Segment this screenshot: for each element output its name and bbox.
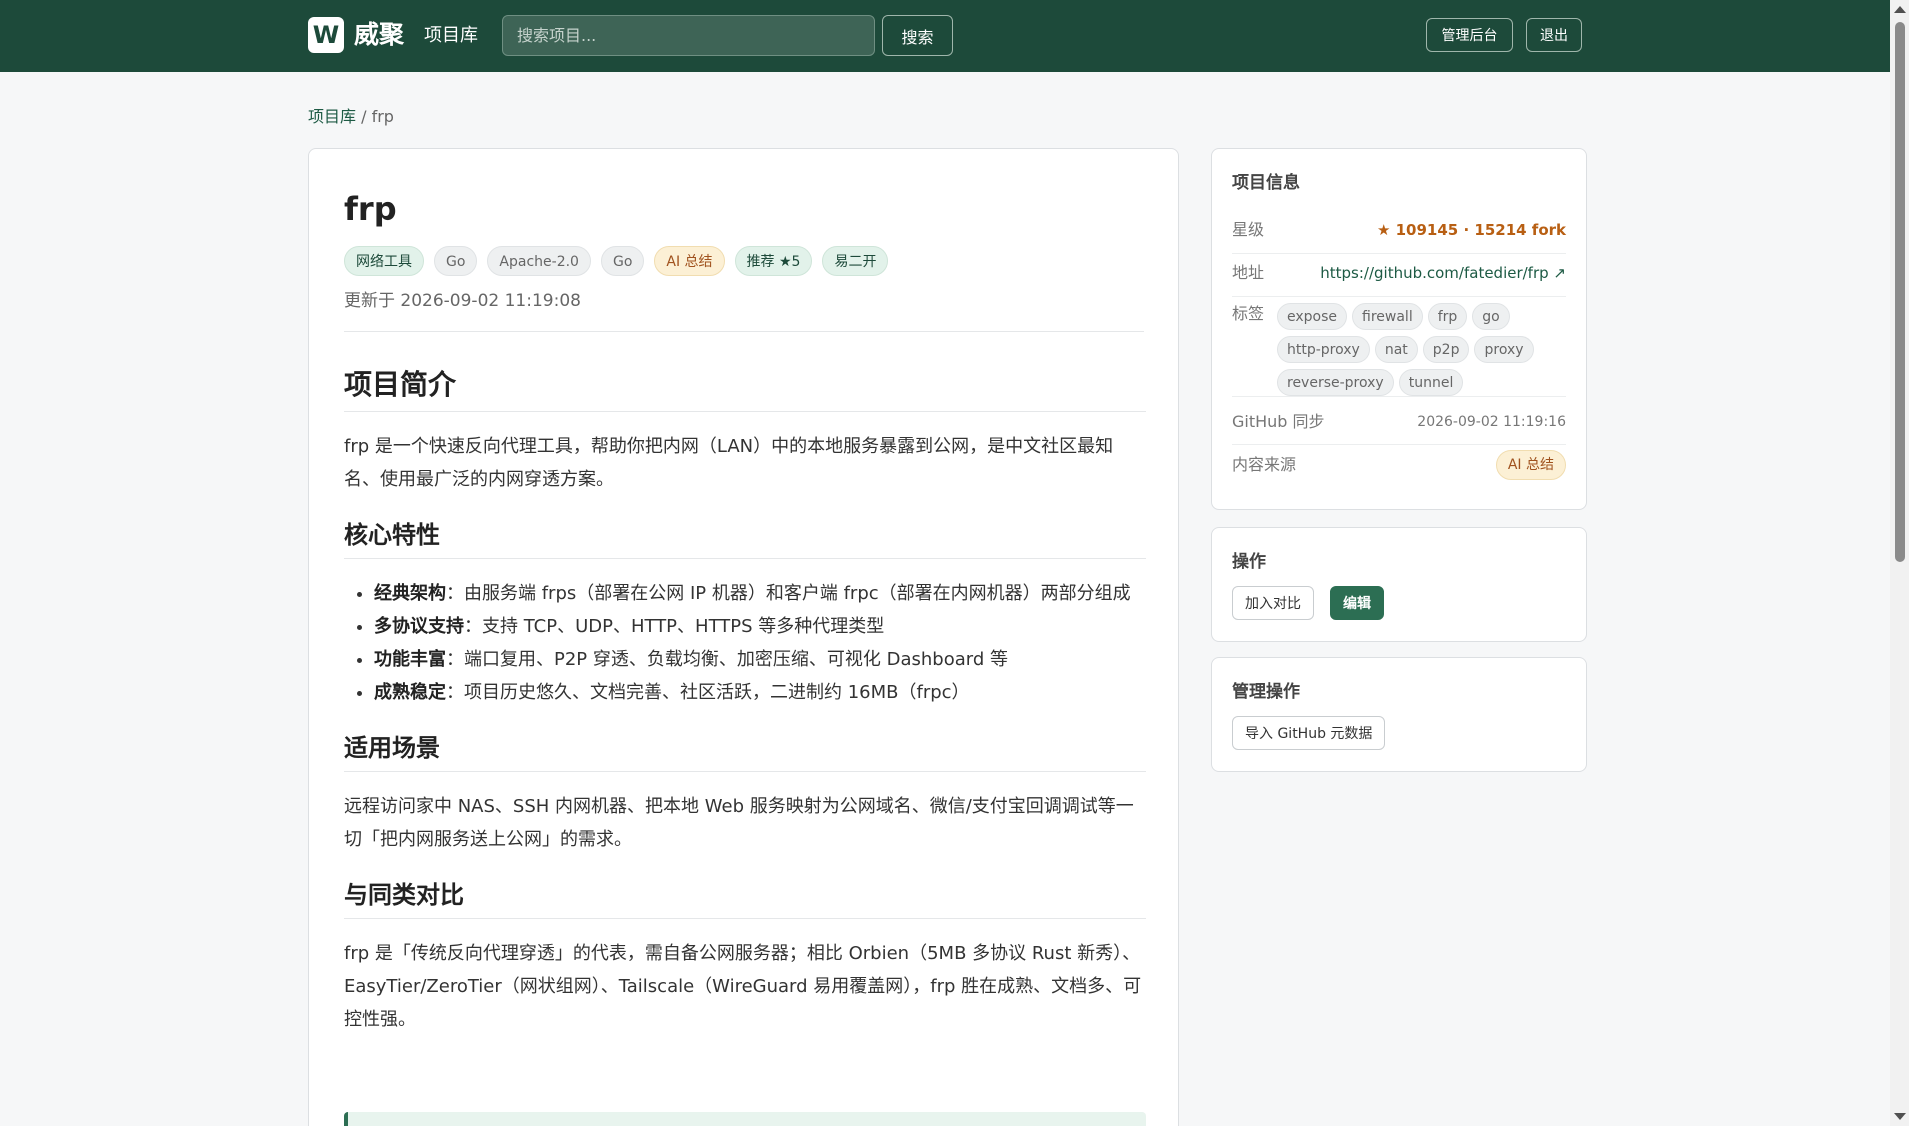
scroll-down-arrow-icon[interactable] — [1894, 1113, 1906, 1120]
list-item: 多协议支持：支持 TCP、UDP、HTTP、HTTPS 等多种代理类型 — [374, 610, 1146, 643]
list-item: 功能丰富：端口复用、P2P 穿透、负载均衡、加密压缩、可视化 Dashboard… — [374, 643, 1146, 676]
logout-button[interactable]: 退出 — [1526, 18, 1582, 52]
admin-card: 管理操作 导入 GitHub 元数据 — [1211, 657, 1587, 772]
breadcrumb-separator: / — [356, 107, 372, 126]
info-row-url: 地址 https://github.com/fatedier/frp ↗ — [1232, 262, 1566, 297]
heading-compare: 与同类对比 — [344, 878, 1146, 919]
brand-name[interactable]: 威聚 — [354, 18, 404, 52]
feature-desc: ：支持 TCP、UDP、HTTP、HTTPS 等多种代理类型 — [464, 616, 885, 637]
topic-tag[interactable]: expose — [1277, 303, 1348, 330]
topics-label: 标签 — [1232, 304, 1265, 323]
sync-label: GitHub 同步 — [1232, 412, 1325, 431]
project-info-card: 项目信息 星级 ★ 109145 · 15214 fork 地址 https:/… — [1211, 148, 1587, 510]
callout-box — [344, 1112, 1146, 1126]
stars-label: 星级 — [1232, 220, 1265, 239]
info-row-topics: 标签 expose firewall frp go http-proxy nat… — [1232, 303, 1566, 397]
list-item: 成熟稳定：项目历史悠久、文档完善、社区活跃，二进制约 16MB（frpc） — [374, 676, 1146, 709]
scroll-up-arrow-icon[interactable] — [1894, 6, 1906, 13]
repo-link[interactable]: https://github.com/fatedier/frp ↗ — [1320, 262, 1566, 284]
paragraph-scenarios: 远程访问家中 NAS、SSH 内网机器、把本地 Web 服务映射为公网域名、微信… — [344, 796, 1134, 850]
project-detail-card: frp 网络工具 Go Apache-2.0 Go AI 总结 推荐 ★5 易二… — [308, 148, 1179, 1126]
feature-name: 经典架构 — [374, 583, 446, 604]
stars-value: ★ 109145 · 15214 fork — [1376, 221, 1566, 239]
heading-intro: 项目简介 — [344, 365, 1146, 412]
tag-language-2[interactable]: Go — [600, 246, 645, 276]
info-row-source: 内容来源 AI 总结 — [1232, 450, 1566, 484]
feature-desc: ：端口复用、P2P 穿透、负载均衡、加密压缩、可视化 Dashboard 等 — [446, 649, 1008, 670]
feature-desc: ：由服务端 frps（部署在公网 IP 机器）和客户端 frpc（部署在内网机器… — [446, 583, 1131, 604]
topic-tag[interactable]: http-proxy — [1277, 336, 1370, 363]
topic-tag[interactable]: reverse-proxy — [1277, 369, 1394, 396]
divider — [344, 331, 1144, 332]
tag-ai-summary: AI 总结 — [654, 246, 725, 276]
topic-tag[interactable]: p2p — [1422, 336, 1470, 363]
page-scrollbar[interactable] — [1890, 0, 1909, 1126]
breadcrumb-root-link[interactable]: 项目库 — [308, 107, 356, 126]
feature-name: 成熟稳定 — [374, 682, 446, 703]
topic-tag[interactable]: firewall — [1352, 303, 1423, 330]
page-viewport: W 威聚 项目库 搜索 管理后台 退出 项目库 / frp frp 网络工具 G… — [0, 0, 1890, 1126]
heading-features: 核心特性 — [344, 518, 1146, 559]
info-title: 项目信息 — [1232, 173, 1300, 193]
heading-scenarios: 适用场景 — [344, 731, 1146, 772]
brand-logo[interactable]: W — [308, 17, 344, 53]
tag-license[interactable]: Apache-2.0 — [487, 246, 591, 276]
topic-list: expose firewall frp go http-proxy nat p2… — [1277, 303, 1567, 396]
breadcrumb-current: frp — [371, 107, 394, 126]
tag-easy-dev: 易二开 — [822, 246, 889, 276]
import-github-button[interactable]: 导入 GitHub 元数据 — [1232, 716, 1386, 750]
actions-card: 操作 加入对比 编辑 — [1211, 527, 1587, 642]
feature-desc: ：项目历史悠久、文档完善、社区活跃，二进制约 16MB（frpc） — [446, 682, 970, 703]
topic-tag[interactable]: frp — [1427, 303, 1468, 330]
source-badge: AI 总结 — [1495, 450, 1566, 480]
top-navbar: W 威聚 项目库 搜索 管理后台 退出 — [0, 0, 1890, 72]
feature-list: 经典架构：由服务端 frps（部署在公网 IP 机器）和客户端 frpc（部署在… — [374, 577, 1146, 709]
edit-button[interactable]: 编辑 — [1330, 586, 1384, 620]
updated-time: 更新于 2026-09-02 11:19:08 — [344, 291, 581, 311]
nav-project-library[interactable]: 项目库 — [424, 22, 478, 50]
admin-button[interactable]: 管理后台 — [1426, 18, 1513, 52]
info-row-stars: 星级 ★ 109145 · 15214 fork — [1232, 219, 1566, 254]
search-input[interactable] — [502, 15, 875, 56]
topic-tag[interactable]: go — [1472, 303, 1510, 330]
feature-name: 功能丰富 — [374, 649, 446, 670]
topic-tag[interactable]: nat — [1374, 336, 1418, 363]
add-compare-button[interactable]: 加入对比 — [1232, 586, 1314, 620]
admin-title: 管理操作 — [1232, 682, 1300, 702]
list-item: 经典架构：由服务端 frps（部署在公网 IP 机器）和客户端 frpc（部署在… — [374, 577, 1146, 610]
scroll-thumb[interactable] — [1895, 22, 1905, 562]
paragraph-compare: frp 是「传统反向代理穿透」的代表，需自备公网服务器；相比 Orbien（5M… — [344, 943, 1142, 1030]
breadcrumb: 项目库 / frp — [308, 106, 394, 128]
search-button[interactable]: 搜索 — [882, 15, 953, 56]
tag-recommend: 推荐 ★5 — [734, 246, 813, 276]
topic-tag[interactable]: tunnel — [1398, 369, 1464, 396]
tag-language[interactable]: Go — [434, 246, 478, 276]
project-title: frp — [344, 190, 397, 228]
url-label: 地址 — [1232, 263, 1265, 282]
project-readme: 项目简介 frp 是一个快速反向代理工具，帮助你把内网（LAN）中的本地服务暴露… — [344, 365, 1146, 1036]
sync-value: 2026-09-02 11:19:16 — [1417, 414, 1566, 430]
info-row-sync: GitHub 同步 2026-09-02 11:19:16 — [1232, 411, 1566, 445]
actions-title: 操作 — [1232, 552, 1266, 572]
project-tags: 网络工具 Go Apache-2.0 Go AI 总结 推荐 ★5 易二开 — [344, 246, 889, 276]
feature-name: 多协议支持 — [374, 616, 464, 637]
source-label: 内容来源 — [1232, 455, 1297, 474]
paragraph-intro: frp 是一个快速反向代理工具，帮助你把内网（LAN）中的本地服务暴露到公网，是… — [344, 436, 1114, 490]
tag-category[interactable]: 网络工具 — [344, 246, 424, 276]
topic-tag[interactable]: proxy — [1474, 336, 1534, 363]
